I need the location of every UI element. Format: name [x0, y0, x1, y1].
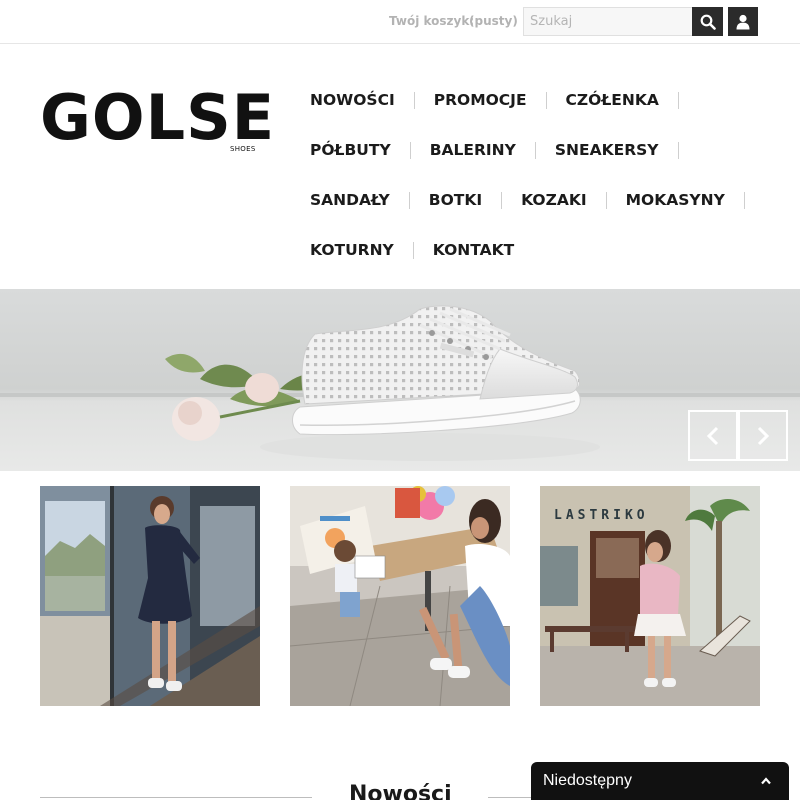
nav-separator: [413, 91, 415, 109]
nav-item-kontakt[interactable]: KONTAKT: [433, 241, 514, 259]
nav-item-sandaly[interactable]: SANDAŁY: [310, 191, 390, 209]
cart-label: Twój koszyk:: [389, 14, 475, 28]
search-icon: [700, 14, 716, 30]
section-divider: [40, 797, 312, 798]
search-button[interactable]: [692, 7, 723, 36]
nav-item-botki[interactable]: BOTKI: [429, 191, 482, 209]
site-logo[interactable]: GOLSE SHOES: [40, 85, 274, 157]
chat-widget[interactable]: Niedostępny: [531, 762, 789, 800]
nav-separator: [501, 191, 503, 209]
banner-image: [0, 305, 800, 461]
nav-item-kozaki[interactable]: KOZAKI: [521, 191, 587, 209]
promo-tile[interactable]: [290, 486, 510, 706]
nav-item-baleriny[interactable]: BALERINY: [430, 141, 516, 159]
nav-separator: [677, 141, 679, 159]
nav-row: NOWOŚCI PROMOCJE CZÓŁENKA: [310, 75, 780, 125]
nav-separator: [677, 91, 679, 109]
nav-row: SANDAŁY BOTKI KOZAKI MOKASYNY: [310, 175, 780, 225]
logo-wordmark: GOLSE: [40, 81, 276, 154]
storefront-sign: LASTRIKO: [554, 508, 649, 523]
promo-tile[interactable]: LASTRIKO: [540, 486, 760, 706]
nav-item-mokasyny[interactable]: MOKASYNY: [626, 191, 725, 209]
nav-item-sneakersy[interactable]: SNEAKERSY: [555, 141, 659, 159]
chevron-up-icon[interactable]: [759, 774, 773, 788]
user-account-button[interactable]: [728, 7, 758, 36]
cart-status-link[interactable]: (pusty): [469, 14, 518, 28]
promo-tile[interactable]: [40, 486, 260, 706]
main-navigation: NOWOŚCI PROMOCJE CZÓŁENKA PÓŁBUTY BALERI…: [310, 75, 780, 275]
nav-item-koturny[interactable]: KOTURNY: [310, 241, 394, 259]
promo-photo: [290, 486, 510, 706]
user-icon: [736, 14, 750, 29]
nav-separator: [545, 91, 547, 109]
nav-separator: [605, 191, 607, 209]
nav-row: PÓŁBUTY BALERINY SNEAKERSY: [310, 125, 780, 175]
nav-separator: [743, 191, 745, 209]
nav-item-czolenka[interactable]: CZÓŁENKA: [566, 91, 659, 109]
nav-row: KOTURNY KONTAKT: [310, 225, 780, 275]
nav-separator: [412, 241, 414, 259]
nav-item-promocje[interactable]: PROMOCJE: [434, 91, 527, 109]
chevron-right-icon: [757, 426, 770, 445]
nav-separator: [408, 191, 410, 209]
top-bar: Twój koszyk: (pusty): [0, 0, 800, 44]
hero-banner[interactable]: [0, 289, 800, 471]
section-title: Nowości: [349, 782, 452, 800]
chat-status-label: Niedostępny: [543, 772, 632, 789]
nav-item-nowosci[interactable]: NOWOŚCI: [310, 91, 395, 109]
promo-photo: [40, 486, 260, 706]
chevron-left-icon: [706, 426, 719, 445]
nav-separator: [534, 141, 536, 159]
logo-subtext: SHOES: [230, 145, 256, 153]
nav-separator: [409, 141, 411, 159]
slider-prev-button[interactable]: [688, 410, 738, 461]
nav-item-polbuty[interactable]: PÓŁBUTY: [310, 141, 391, 159]
search-input[interactable]: [523, 7, 693, 36]
slider-next-button[interactable]: [738, 410, 788, 461]
